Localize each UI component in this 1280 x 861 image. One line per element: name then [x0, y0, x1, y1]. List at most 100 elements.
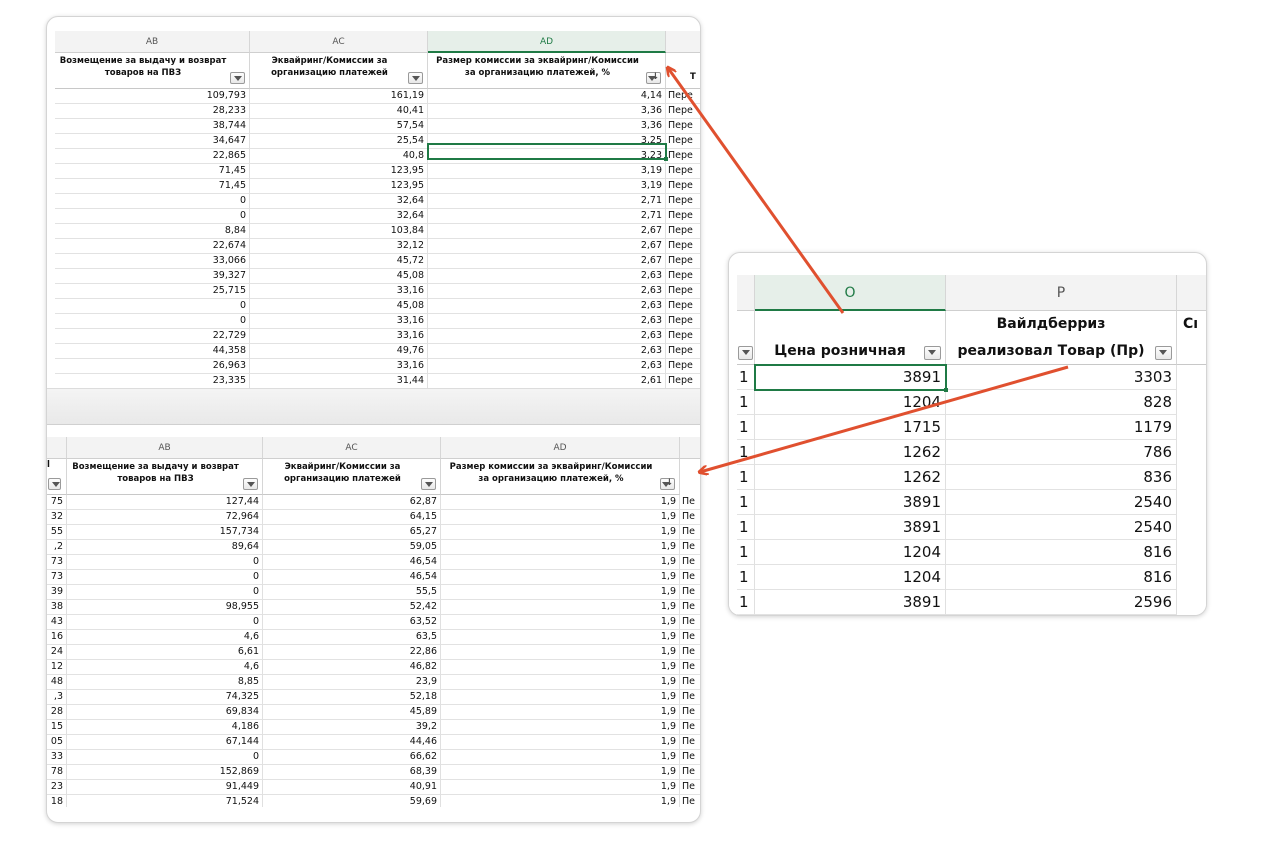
table-cell[interactable]: 65,27: [263, 525, 441, 540]
table-cell[interactable]: 123,95: [250, 179, 428, 194]
table-cell[interactable]: 1: [737, 440, 755, 465]
table-cell[interactable]: 1: [737, 565, 755, 590]
table-cell[interactable]: Пере: [666, 359, 700, 374]
table-cell[interactable]: 3,19: [428, 179, 666, 194]
table-cell[interactable]: Пере: [666, 239, 700, 254]
table-cell[interactable]: 33: [47, 750, 67, 765]
table-cell[interactable]: 3,25: [428, 134, 666, 149]
table-cell[interactable]: 836: [946, 465, 1177, 490]
table-cell[interactable]: 49,76: [250, 344, 428, 359]
filter-dropdown-icon[interactable]: [230, 72, 245, 84]
table-cell[interactable]: Пе: [680, 615, 700, 630]
table-cell[interactable]: 8,85: [67, 675, 263, 690]
table-cell[interactable]: 40,91: [263, 780, 441, 795]
table-cell[interactable]: 22,86: [263, 645, 441, 660]
table-cell[interactable]: 1: [737, 490, 755, 515]
table-cell[interactable]: 0: [55, 209, 250, 224]
table-cell[interactable]: Пере: [666, 209, 700, 224]
table-cell[interactable]: 52,18: [263, 690, 441, 705]
table-cell[interactable]: 71,45: [55, 164, 250, 179]
filter-sort-desc-icon[interactable]: [646, 71, 661, 84]
table-cell[interactable]: 1: [737, 590, 755, 615]
table-cell[interactable]: 32: [47, 510, 67, 525]
table-cell[interactable]: 33,16: [250, 359, 428, 374]
table-cell[interactable]: 71,45: [55, 179, 250, 194]
table-cell[interactable]: Пе: [680, 675, 700, 690]
filter-dropdown-icon[interactable]: [48, 478, 61, 490]
column-header-ad[interactable]: AD: [428, 31, 666, 53]
table-cell[interactable]: 48: [47, 675, 67, 690]
table-cell[interactable]: 1,9: [441, 765, 680, 780]
column-header-aa[interactable]: [47, 437, 67, 459]
table-cell[interactable]: 1: [737, 415, 755, 440]
filter-dropdown-icon[interactable]: [1155, 346, 1172, 360]
table-cell[interactable]: 1262: [755, 440, 946, 465]
table-cell[interactable]: 78: [47, 765, 67, 780]
table-cell[interactable]: 91,449: [67, 780, 263, 795]
column-header-o[interactable]: O: [755, 275, 946, 311]
table-cell[interactable]: 59,69: [263, 795, 441, 807]
table-cell[interactable]: Пе: [680, 645, 700, 660]
table-cell[interactable]: 1,9: [441, 645, 680, 660]
table-cell[interactable]: Пере: [666, 269, 700, 284]
table-cell[interactable]: 43: [47, 615, 67, 630]
table-cell[interactable]: Пере: [666, 119, 700, 134]
table-cell[interactable]: 55: [47, 525, 67, 540]
table-cell[interactable]: Пере: [666, 179, 700, 194]
table-cell[interactable]: 05: [47, 735, 67, 750]
table-cell[interactable]: 3891: [755, 515, 946, 540]
table-cell[interactable]: Пере: [666, 284, 700, 299]
table-cell[interactable]: 103,84: [250, 224, 428, 239]
table-cell[interactable]: Пе: [680, 600, 700, 615]
table-cell[interactable]: 39,327: [55, 269, 250, 284]
table-cell[interactable]: 45,72: [250, 254, 428, 269]
table-cell[interactable]: Пере: [666, 224, 700, 239]
table-cell[interactable]: 3891: [755, 490, 946, 515]
table-cell[interactable]: 786: [946, 440, 1177, 465]
table-cell[interactable]: 69,834: [67, 705, 263, 720]
table-cell[interactable]: 3,36: [428, 119, 666, 134]
table-cell[interactable]: 1204: [755, 390, 946, 415]
table-cell[interactable]: Пере: [666, 149, 700, 164]
column-header-ac[interactable]: AC: [250, 31, 428, 53]
table-cell[interactable]: Пере: [666, 104, 700, 119]
table-cell[interactable]: 24: [47, 645, 67, 660]
table-cell[interactable]: Пе: [680, 750, 700, 765]
table-cell[interactable]: 32,64: [250, 194, 428, 209]
table-cell[interactable]: 1204: [755, 540, 946, 565]
table-cell[interactable]: 2,61: [428, 374, 666, 388]
table-cell[interactable]: 63,5: [263, 630, 441, 645]
table-cell[interactable]: 45,08: [250, 299, 428, 314]
table-cell[interactable]: 0: [55, 299, 250, 314]
table-cell[interactable]: 75: [47, 495, 67, 510]
table-cell[interactable]: 62,87: [263, 495, 441, 510]
table-cell[interactable]: 1179: [946, 415, 1177, 440]
table-cell[interactable]: 34,647: [55, 134, 250, 149]
table-cell[interactable]: 1: [737, 365, 755, 390]
table-cell[interactable]: 2,63: [428, 284, 666, 299]
table-cell[interactable]: Пере: [666, 299, 700, 314]
table-cell[interactable]: Пе: [680, 495, 700, 510]
table-cell[interactable]: Пе: [680, 705, 700, 720]
filter-dropdown-icon[interactable]: [738, 346, 753, 360]
table-cell[interactable]: 127,44: [67, 495, 263, 510]
table-cell[interactable]: 2,71: [428, 194, 666, 209]
table-cell[interactable]: 44,358: [55, 344, 250, 359]
table-cell[interactable]: Пе: [680, 660, 700, 675]
table-cell[interactable]: 2,71: [428, 209, 666, 224]
table-cell[interactable]: Пе: [680, 525, 700, 540]
table-cell[interactable]: Пе: [680, 555, 700, 570]
table-cell[interactable]: 1,9: [441, 780, 680, 795]
table-cell[interactable]: 1,9: [441, 690, 680, 705]
filter-dropdown-icon[interactable]: [421, 478, 436, 490]
table-cell[interactable]: 40,41: [250, 104, 428, 119]
table-cell[interactable]: Пе: [680, 570, 700, 585]
table-cell[interactable]: 46,54: [263, 570, 441, 585]
table-cell[interactable]: 72,964: [67, 510, 263, 525]
table-cell[interactable]: 38: [47, 600, 67, 615]
table-cell[interactable]: 25,715: [55, 284, 250, 299]
table-cell[interactable]: Пере: [666, 164, 700, 179]
table-cell[interactable]: Пе: [680, 735, 700, 750]
table-cell[interactable]: 4,6: [67, 630, 263, 645]
table-cell[interactable]: 2,63: [428, 359, 666, 374]
